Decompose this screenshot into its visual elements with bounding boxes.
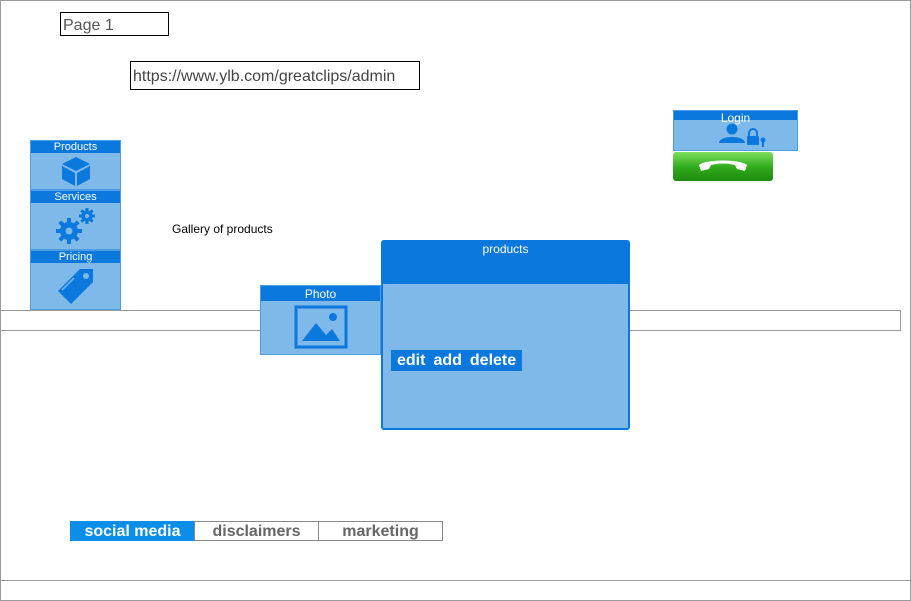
gears-icon: [31, 203, 120, 249]
page-label: Page 1: [60, 12, 169, 36]
call-button[interactable]: [673, 152, 773, 181]
sidebar-item-label: Pricing: [31, 251, 120, 263]
image-icon: [261, 301, 380, 353]
tab-disclaimers[interactable]: disclaimers: [194, 521, 319, 541]
products-panel-title: products: [383, 242, 628, 284]
footer-tabs: social media disclaimers marketing: [70, 521, 443, 541]
cube-icon: [31, 153, 120, 189]
sidebar-item-services[interactable]: Services: [30, 190, 121, 250]
edit-button[interactable]: edit: [393, 352, 429, 370]
add-button[interactable]: add: [429, 352, 465, 370]
sidebar-item-label: Services: [31, 191, 120, 203]
phone-icon: [699, 160, 747, 171]
login-label: Login: [674, 111, 797, 125]
sidebar-item-pricing[interactable]: Pricing: [30, 250, 121, 310]
url-field[interactable]: https://www.ylb.com/greatclips/admin: [130, 61, 420, 90]
photo-label: Photo: [261, 286, 380, 301]
user-lock-icon: [674, 120, 797, 150]
sidebar-item-label: Products: [31, 141, 120, 153]
login-button[interactable]: Login: [673, 110, 798, 151]
products-panel: products edit add delete: [381, 240, 630, 430]
delete-button[interactable]: delete: [466, 352, 520, 370]
sidebar-item-products[interactable]: Products: [30, 140, 121, 190]
price-tag-icon: [31, 263, 120, 309]
gallery-label: Gallery of products: [172, 222, 273, 236]
tab-social-media[interactable]: social media: [70, 521, 195, 541]
footer-divider: [0, 580, 911, 581]
photo-placeholder[interactable]: Photo: [260, 285, 381, 355]
products-action-bar: edit add delete: [391, 350, 523, 371]
tab-marketing[interactable]: marketing: [318, 521, 443, 541]
